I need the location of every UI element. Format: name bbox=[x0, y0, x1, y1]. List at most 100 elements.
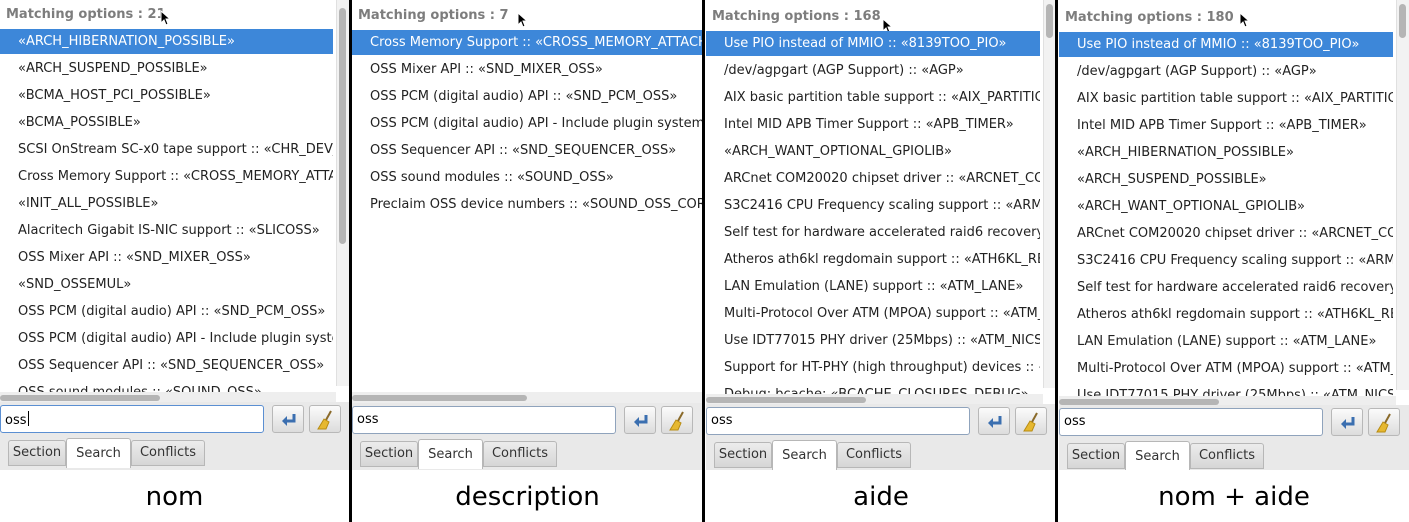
option-list-item[interactable]: «BCMA_POSSIBLE» bbox=[0, 110, 333, 135]
tab-section[interactable]: Section bbox=[360, 441, 418, 467]
options-list[interactable]: Use PIO instead of MMIO :: «8139TOO_PIO»… bbox=[1059, 32, 1393, 396]
panel-caption: description bbox=[455, 482, 600, 512]
mouse-cursor-icon bbox=[160, 9, 172, 26]
option-list-item[interactable]: Cross Memory Support :: «CROSS_MEMORY_AT… bbox=[0, 164, 333, 189]
enter-arrow-icon bbox=[634, 415, 648, 427]
search-input[interactable]: oss bbox=[1059, 408, 1323, 436]
option-list-item[interactable]: OSS PCM (digital audio) API - Include pl… bbox=[352, 111, 703, 136]
option-list-item[interactable]: Self test for hardware accelerated raid6… bbox=[706, 220, 1040, 245]
option-list-item[interactable]: ARCnet COM20020 chipset driver :: «ARCNE… bbox=[1059, 221, 1393, 246]
horizontal-scroll-thumb[interactable] bbox=[706, 397, 866, 403]
tab-search[interactable]: Search bbox=[66, 438, 131, 468]
option-list-item[interactable]: OSS PCM (digital audio) API :: «SND_PCM_… bbox=[352, 84, 703, 109]
tab-search[interactable]: Search bbox=[772, 440, 837, 470]
search-input[interactable]: oss bbox=[706, 407, 970, 435]
option-list-item[interactable]: Intel MID APB Timer Support :: «APB_TIME… bbox=[1059, 113, 1393, 138]
option-list-item[interactable]: AIX basic partition table support :: «AI… bbox=[1059, 86, 1393, 111]
apply-search-button[interactable] bbox=[978, 407, 1010, 435]
option-list-item[interactable]: AIX basic partition table support :: «AI… bbox=[706, 85, 1040, 110]
tab-search[interactable]: Search bbox=[1125, 441, 1190, 470]
option-list-item[interactable]: «ARCH_WANT_OPTIONAL_GPIOLIB» bbox=[706, 139, 1040, 164]
clear-search-button[interactable] bbox=[661, 406, 693, 434]
option-list-item[interactable]: /dev/agpgart (AGP Support) :: «AGP» bbox=[706, 58, 1040, 83]
option-list-item[interactable]: Use PIO instead of MMIO :: «8139TOO_PIO» bbox=[706, 31, 1040, 56]
clear-search-button[interactable] bbox=[1015, 407, 1047, 435]
search-input[interactable]: oss bbox=[0, 405, 264, 433]
option-list-item[interactable]: Intel MID APB Timer Support :: «APB_TIME… bbox=[706, 112, 1040, 137]
tab-section[interactable]: Section bbox=[1067, 443, 1125, 469]
search-bar: oss bbox=[0, 402, 349, 438]
apply-search-button[interactable] bbox=[272, 405, 304, 433]
option-list-item[interactable]: Alacritech Gigabit IS-NIC support :: «SL… bbox=[0, 218, 333, 243]
apply-search-button[interactable] bbox=[624, 406, 656, 434]
option-list-item[interactable]: OSS Sequencer API :: «SND_SEQUENCER_OSS» bbox=[352, 138, 703, 163]
option-list-item[interactable]: OSS Mixer API :: «SND_MIXER_OSS» bbox=[352, 57, 703, 82]
horizontal-scroll-thumb[interactable] bbox=[0, 395, 160, 401]
enter-arrow-icon bbox=[988, 416, 1002, 428]
vertical-scroll-thumb[interactable] bbox=[1399, 4, 1406, 38]
option-list-item[interactable]: OSS sound modules :: «SOUND_OSS» bbox=[352, 165, 703, 190]
matching-options-header: Matching options : 21 bbox=[0, 0, 349, 30]
config-search-panel: Matching options : 180 Use PIO instead of… bbox=[1059, 0, 1409, 470]
options-list[interactable]: «ARCH_HIBERNATION_POSSIBLE» «ARCH_SUSPEND… bbox=[0, 29, 333, 392]
option-list-item[interactable]: «BCMA_HOST_PCI_POSSIBLE» bbox=[0, 83, 333, 108]
option-list-item[interactable]: Atheros ath6kl regdomain support :: «ATH… bbox=[706, 247, 1040, 272]
config-search-panel: Matching options : 7 Cross Memory Support… bbox=[352, 0, 703, 470]
matching-options-count: Matching options : 21 bbox=[6, 7, 166, 22]
option-list-item[interactable]: «ARCH_HIBERNATION_POSSIBLE» bbox=[1059, 140, 1393, 165]
option-list-item[interactable]: Self test for hardware accelerated raid6… bbox=[1059, 275, 1393, 300]
clear-search-button[interactable] bbox=[1368, 408, 1400, 436]
option-list-item[interactable]: OSS sound modules :: «SOUND_OSS» bbox=[0, 380, 333, 392]
option-list-item[interactable]: /dev/agpgart (AGP Support) :: «AGP» bbox=[1059, 59, 1393, 84]
options-list[interactable]: Use PIO instead of MMIO :: «8139TOO_PIO»… bbox=[706, 31, 1040, 394]
option-list-item[interactable]: LAN Emulation (LANE) support :: «ATM_LAN… bbox=[1059, 329, 1393, 354]
broom-icon bbox=[1376, 413, 1391, 433]
broom-icon bbox=[669, 411, 684, 431]
option-list-item[interactable]: «ARCH_HIBERNATION_POSSIBLE» bbox=[0, 29, 333, 54]
tab-section[interactable]: Section bbox=[714, 442, 772, 468]
option-list-item[interactable]: Use IDT77015 PHY driver (25Mbps) :: «ATM… bbox=[1059, 383, 1393, 396]
option-list-item[interactable]: OSS Sequencer API :: «SND_SEQUENCER_OSS» bbox=[0, 353, 333, 378]
option-list-item[interactable]: «ARCH_WANT_OPTIONAL_GPIOLIB» bbox=[1059, 194, 1393, 219]
vertical-scrollbar[interactable] bbox=[336, 0, 349, 386]
option-list-item[interactable]: Cross Memory Support :: «CROSS_MEMORY_AT… bbox=[352, 30, 703, 55]
option-list-item[interactable]: Preclaim OSS device numbers :: «SOUND_OS… bbox=[352, 192, 703, 217]
search-input-value: oss bbox=[1064, 414, 1086, 429]
tab-conflicts[interactable]: Conflicts bbox=[1190, 443, 1264, 469]
vertical-scrollbar[interactable] bbox=[1396, 0, 1409, 390]
option-list-item[interactable]: Multi-Protocol Over ATM (MPOA) support :… bbox=[1059, 356, 1393, 381]
option-list-item[interactable]: OSS Mixer API :: «SND_MIXER_OSS» bbox=[0, 245, 333, 270]
option-list-item[interactable]: SCSI OnStream SC-x0 tape support :: «CHR… bbox=[0, 137, 333, 162]
search-input[interactable]: oss bbox=[352, 406, 616, 434]
horizontal-scroll-thumb[interactable] bbox=[352, 395, 527, 401]
bottom-tab-bar: Section Search Conflicts bbox=[706, 440, 1056, 470]
option-list-item[interactable]: Use PIO instead of MMIO :: «8139TOO_PIO» bbox=[1059, 32, 1393, 57]
enter-arrow-icon bbox=[1341, 417, 1355, 429]
option-list-item[interactable]: «INIT_ALL_POSSIBLE» bbox=[0, 191, 333, 216]
vertical-scroll-thumb[interactable] bbox=[339, 8, 346, 244]
option-list-item[interactable]: LAN Emulation (LANE) support :: «ATM_LAN… bbox=[706, 274, 1040, 299]
option-list-item[interactable]: S3C2416 CPU Frequency scaling support ::… bbox=[706, 193, 1040, 218]
option-list-item[interactable]: OSS PCM (digital audio) API :: «SND_PCM_… bbox=[0, 299, 333, 324]
option-list-item[interactable]: Multi-Protocol Over ATM (MPOA) support :… bbox=[706, 301, 1040, 326]
option-list-item[interactable]: OSS PCM (digital audio) API - Include pl… bbox=[0, 326, 333, 351]
option-list-item[interactable]: ARCnet COM20020 chipset driver :: «ARCNE… bbox=[706, 166, 1040, 191]
option-list-item[interactable]: «SND_OSSEMUL» bbox=[0, 272, 333, 297]
tab-conflicts[interactable]: Conflicts bbox=[483, 441, 557, 467]
option-list-item[interactable]: Debug: bcache: «BCACHE_CLOSURES_DEBUG» bbox=[706, 382, 1040, 394]
clear-search-button[interactable] bbox=[309, 405, 341, 433]
tab-conflicts[interactable]: Conflicts bbox=[837, 442, 911, 468]
tab-search[interactable]: Search bbox=[418, 439, 483, 469]
panel-caption: nom + aide bbox=[1158, 482, 1310, 512]
tab-section[interactable]: Section bbox=[8, 440, 66, 466]
options-list[interactable]: Cross Memory Support :: «CROSS_MEMORY_AT… bbox=[352, 30, 703, 392]
option-list-item[interactable]: Use IDT77015 PHY driver (25Mbps) :: «ATM… bbox=[706, 328, 1040, 353]
vertical-scroll-thumb[interactable] bbox=[1046, 4, 1053, 38]
option-list-item[interactable]: «ARCH_SUSPEND_POSSIBLE» bbox=[1059, 167, 1393, 192]
tab-conflicts[interactable]: Conflicts bbox=[131, 440, 205, 466]
option-list-item[interactable]: Support for HT-PHY (high throughput) dev… bbox=[706, 355, 1040, 380]
apply-search-button[interactable] bbox=[1331, 408, 1363, 436]
option-list-item[interactable]: Atheros ath6kl regdomain support :: «ATH… bbox=[1059, 302, 1393, 327]
option-list-item[interactable]: «ARCH_SUSPEND_POSSIBLE» bbox=[0, 56, 333, 81]
option-list-item[interactable]: S3C2416 CPU Frequency scaling support ::… bbox=[1059, 248, 1393, 273]
